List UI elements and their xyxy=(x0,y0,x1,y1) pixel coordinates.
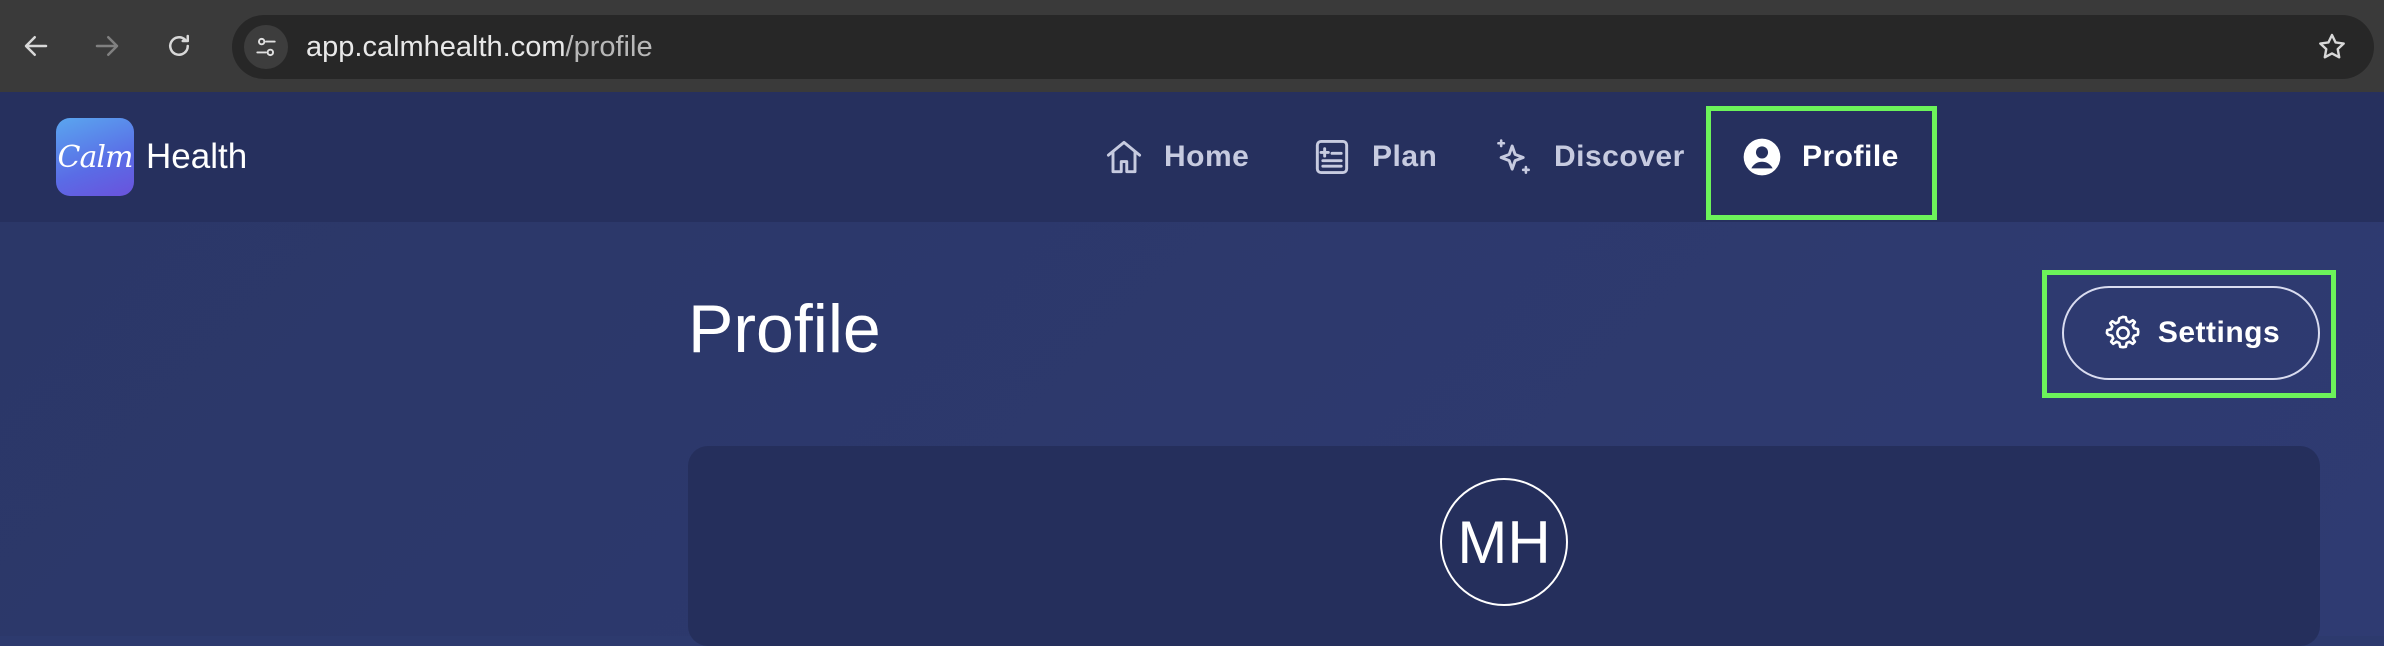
plan-icon xyxy=(1315,139,1349,175)
highlight-box-profile xyxy=(1706,106,1937,220)
browser-toolbar: app.calmhealth.com/profile xyxy=(0,0,2384,92)
site-info-button[interactable] xyxy=(244,25,288,69)
profile-card: MH xyxy=(688,446,2320,646)
arrow-left-icon xyxy=(24,36,48,56)
url-host: app.calmhealth.com xyxy=(306,31,566,63)
home-icon xyxy=(1106,140,1142,174)
highlight-box-settings xyxy=(2042,270,2336,398)
star-icon xyxy=(2319,33,2345,59)
forward-button[interactable] xyxy=(87,26,127,66)
url-path: /profile xyxy=(565,31,653,63)
nav-discover-label: Discover xyxy=(1554,140,1685,173)
arrow-right-icon xyxy=(95,36,119,56)
nav-discover[interactable]: Discover xyxy=(1492,122,1685,192)
app-header: Calm Health Home Plan Discover Profile xyxy=(0,92,2384,222)
bookmark-button[interactable] xyxy=(2316,31,2348,63)
nav-plan-label: Plan xyxy=(1372,140,1438,173)
brand-name: Health xyxy=(146,137,248,176)
back-button[interactable] xyxy=(16,26,56,66)
page-title: Profile xyxy=(688,291,881,367)
tune-icon xyxy=(256,37,276,57)
calm-logo[interactable]: Calm xyxy=(56,118,134,196)
nav-plan[interactable]: Plan xyxy=(1310,122,1437,192)
address-bar[interactable]: app.calmhealth.com/profile xyxy=(232,15,2374,79)
profile-page: Profile Settings MH xyxy=(0,222,2384,646)
reload-icon xyxy=(169,34,189,56)
reload-button[interactable] xyxy=(159,26,199,66)
nav-home[interactable]: Home xyxy=(1102,122,1249,192)
nav-home-label: Home xyxy=(1164,140,1250,173)
url-text: app.calmhealth.com/profile xyxy=(306,15,653,79)
sparkle-icon xyxy=(1497,139,1530,174)
avatar[interactable]: MH xyxy=(1440,478,1568,606)
